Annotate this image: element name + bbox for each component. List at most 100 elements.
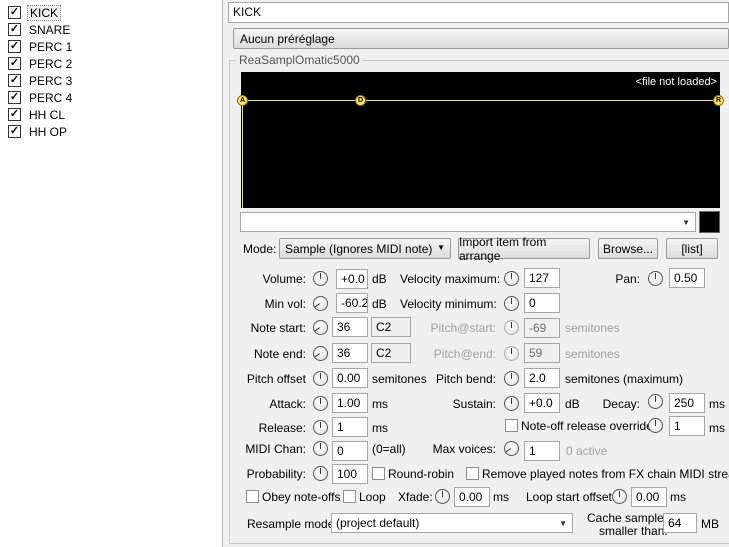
velocity-max-field[interactable]: 127 bbox=[524, 268, 560, 288]
round-robin-checkbox[interactable] bbox=[372, 467, 385, 480]
fx-enable-checkbox[interactable]: ✓ bbox=[8, 40, 21, 53]
loop-start-offset-label: Loop start offset: bbox=[526, 490, 616, 504]
pitch-end-knob[interactable] bbox=[504, 346, 519, 361]
envelope-point-attack[interactable]: A bbox=[237, 95, 248, 106]
min-vol-label: Min vol: bbox=[264, 297, 306, 311]
import-item-button[interactable]: Import item from arrange bbox=[458, 235, 590, 263]
pitch-end-field[interactable]: 59 bbox=[524, 343, 560, 363]
min-vol-knob[interactable] bbox=[313, 296, 328, 311]
note-end-knob[interactable] bbox=[313, 346, 328, 361]
xfade-field[interactable]: 0.00 bbox=[454, 487, 490, 507]
attack-knob[interactable] bbox=[313, 396, 328, 411]
fx-enable-checkbox[interactable]: ✓ bbox=[8, 57, 21, 70]
volume-field[interactable]: +0.0 bbox=[336, 269, 368, 289]
fx-item-snare[interactable]: ✓ SNARE bbox=[8, 21, 72, 38]
release-label: Release: bbox=[258, 421, 306, 435]
fx-name-field[interactable]: KICK bbox=[228, 2, 729, 23]
fx-item-perc-3[interactable]: ✓ PERC 3 bbox=[8, 72, 74, 89]
min-vol-unit: dB bbox=[372, 297, 387, 311]
release-knob[interactable] bbox=[313, 420, 328, 435]
pan-field[interactable]: 0.50 bbox=[669, 268, 705, 288]
decay-field[interactable]: 250 bbox=[669, 393, 705, 413]
fx-item-label: PERC 1 bbox=[29, 39, 73, 54]
resample-mode-dropdown[interactable]: (project default) ▼ bbox=[331, 513, 573, 533]
loop-start-offset-unit: ms bbox=[670, 490, 686, 504]
sample-file-combo[interactable]: ▼ bbox=[240, 212, 696, 232]
decay-label: Decay: bbox=[602, 397, 640, 411]
sustain-knob[interactable] bbox=[504, 396, 519, 411]
note-off-override-checkbox[interactable] bbox=[505, 419, 518, 432]
cache-smaller-label: smaller than: bbox=[599, 524, 668, 538]
fx-item-hh-cl[interactable]: ✓ HH CL bbox=[8, 106, 67, 123]
velocity-min-knob[interactable] bbox=[504, 296, 519, 311]
loop-start-offset-knob[interactable] bbox=[612, 489, 627, 504]
decay-knob[interactable] bbox=[648, 394, 663, 409]
pitch-start-field[interactable]: -69 bbox=[524, 318, 560, 338]
probability-knob[interactable] bbox=[313, 466, 328, 481]
attack-field[interactable]: 1.00 bbox=[332, 393, 368, 413]
velocity-max-knob[interactable] bbox=[504, 271, 519, 286]
browse-button[interactable]: Browse... bbox=[598, 238, 658, 259]
pitch-bend-knob[interactable] bbox=[504, 371, 519, 386]
color-swatch[interactable] bbox=[699, 211, 720, 233]
release-field[interactable]: 1 bbox=[332, 417, 368, 437]
note-start-knob[interactable] bbox=[313, 320, 328, 335]
xfade-label: Xfade: bbox=[398, 490, 433, 504]
fx-enable-checkbox[interactable]: ✓ bbox=[8, 74, 21, 87]
pitch-offset-field[interactable]: 0.00 bbox=[332, 368, 368, 388]
probability-field[interactable]: 100 bbox=[332, 464, 368, 484]
fx-enable-checkbox[interactable]: ✓ bbox=[8, 91, 21, 104]
fx-enable-checkbox[interactable]: ✓ bbox=[8, 108, 21, 121]
fx-enable-checkbox[interactable]: ✓ bbox=[8, 23, 21, 36]
pitch-end-label: Pitch@end: bbox=[433, 347, 496, 361]
xfade-knob[interactable] bbox=[435, 489, 450, 504]
fx-item-perc-4[interactable]: ✓ PERC 4 bbox=[8, 89, 74, 106]
pitch-bend-field[interactable]: 2.0 bbox=[524, 368, 560, 388]
note-off-override-field[interactable]: 1 bbox=[669, 416, 705, 436]
pan-label: Pan: bbox=[615, 272, 640, 286]
round-robin-label: Round-robin bbox=[388, 467, 455, 481]
fx-item-perc-1[interactable]: ✓ PERC 1 bbox=[8, 38, 74, 55]
note-end-field[interactable]: 36 bbox=[332, 343, 368, 363]
fx-chain-list[interactable]: ✓ KICK ✓ SNARE ✓ PERC 1 ✓ PERC 2 ✓ PERC … bbox=[0, 0, 223, 547]
envelope-point-decay[interactable]: D bbox=[355, 95, 366, 106]
mode-dropdown[interactable]: Sample (Ignores MIDI note) ▼ bbox=[279, 238, 451, 259]
envelope-point-release[interactable]: R bbox=[713, 95, 724, 106]
volume-unit: dB bbox=[372, 272, 387, 286]
pitch-start-knob[interactable] bbox=[504, 320, 519, 335]
cache-size-field[interactable]: 64 bbox=[663, 513, 697, 533]
note-off-override-label: Note-off release override: bbox=[521, 419, 657, 433]
fx-item-hh-op[interactable]: ✓ HH OP bbox=[8, 123, 69, 140]
midi-chan-field[interactable]: 0 bbox=[332, 441, 368, 461]
loop-start-offset-field[interactable]: 0.00 bbox=[631, 487, 667, 507]
note-off-override-unit: ms bbox=[709, 421, 725, 435]
loop-checkbox[interactable] bbox=[343, 490, 356, 503]
note-start-name: C2 bbox=[371, 317, 411, 337]
note-start-field[interactable]: 36 bbox=[332, 317, 368, 337]
pitch-start-label: Pitch@start: bbox=[430, 321, 496, 335]
waveform-display[interactable]: <file not loaded> A D R bbox=[237, 72, 724, 208]
fx-enable-checkbox[interactable]: ✓ bbox=[8, 125, 21, 138]
fx-item-perc-2[interactable]: ✓ PERC 2 bbox=[8, 55, 74, 72]
max-voices-label: Max voices: bbox=[432, 442, 496, 456]
probability-label: Probability: bbox=[246, 467, 306, 481]
velocity-min-field[interactable]: 0 bbox=[524, 293, 560, 313]
midi-chan-knob[interactable] bbox=[313, 441, 328, 456]
obey-note-offs-checkbox[interactable] bbox=[246, 490, 259, 503]
list-button[interactable]: [list] bbox=[666, 238, 718, 259]
max-voices-field[interactable]: 1 bbox=[524, 441, 560, 461]
envelope-attack-line bbox=[242, 100, 243, 208]
pan-knob[interactable] bbox=[648, 271, 663, 286]
note-end-name: C2 bbox=[371, 343, 411, 363]
preset-dropdown[interactable]: Aucun préréglage bbox=[233, 28, 729, 49]
mode-label: Mode: bbox=[243, 242, 277, 256]
max-voices-knob[interactable] bbox=[504, 441, 519, 456]
remove-played-notes-checkbox[interactable] bbox=[466, 467, 479, 480]
note-off-override-knob[interactable] bbox=[648, 418, 663, 433]
volume-knob[interactable] bbox=[313, 271, 328, 286]
pitch-offset-knob[interactable] bbox=[313, 371, 328, 386]
fx-enable-checkbox[interactable]: ✓ bbox=[8, 6, 21, 19]
min-vol-field[interactable]: -60.2 bbox=[336, 293, 368, 313]
sustain-field[interactable]: +0.0 bbox=[524, 393, 560, 413]
fx-item-kick[interactable]: ✓ KICK bbox=[8, 4, 62, 21]
